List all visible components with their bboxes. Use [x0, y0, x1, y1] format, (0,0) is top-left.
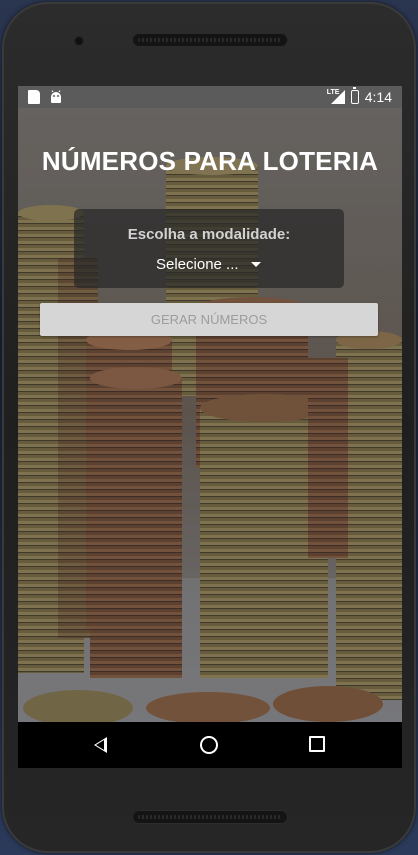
page-title: NÚMEROS PARA LOTERIA [41, 146, 379, 176]
dropdown-arrow-icon [250, 261, 261, 267]
recents-icon[interactable] [309, 736, 325, 752]
status-bar: LTE 4:14 [18, 86, 402, 108]
phone-frame: LTE 4:14 NÚMEROS PARA LOTERIA Escolha a … [2, 2, 416, 853]
home-icon[interactable] [200, 736, 218, 754]
status-clock: 4:14 [364, 89, 392, 105]
generate-numbers-button[interactable]: GERAR NÚMEROS [40, 303, 378, 336]
sd-card-icon [28, 90, 40, 104]
modality-select-value: Selecione ... [156, 255, 239, 273]
device-screen: LTE 4:14 NÚMEROS PARA LOTERIA Escolha a … [18, 86, 402, 768]
front-camera [74, 36, 84, 46]
android-debug-icon [51, 90, 61, 103]
modality-select[interactable]: Selecione ... [156, 254, 261, 274]
modality-panel: Escolha a modalidade: Selecione ... [74, 209, 344, 288]
status-right-group: LTE 4:14 [326, 87, 392, 106]
top-speaker-grille [132, 33, 288, 47]
back-icon[interactable] [94, 737, 107, 753]
battery-charging-icon [350, 87, 359, 104]
signal-icon: LTE [326, 89, 345, 104]
background-dim-overlay [18, 108, 402, 722]
modality-label: Escolha a modalidade: [127, 226, 291, 243]
network-type-label: LTE [326, 89, 340, 96]
bottom-speaker-grille [132, 810, 288, 824]
app-content: NÚMEROS PARA LOTERIA Escolha a modalidad… [18, 108, 402, 722]
navigation-bar [18, 722, 402, 768]
